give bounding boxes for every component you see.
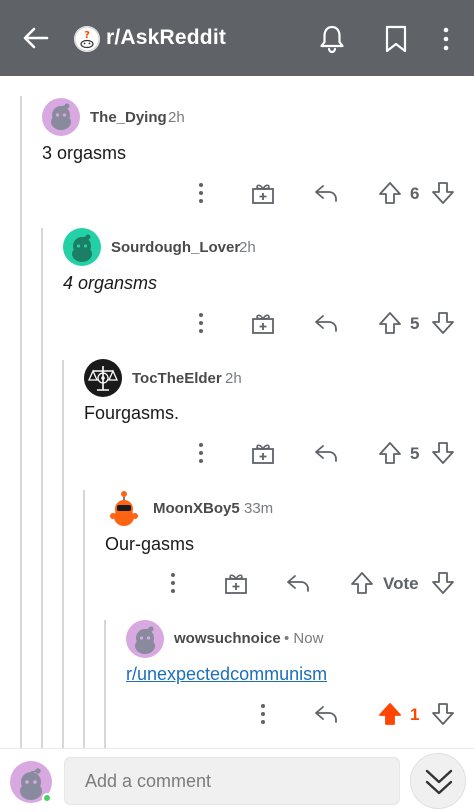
bookmark-icon[interactable] (384, 24, 408, 54)
double-chevron-down-icon[interactable] (410, 753, 466, 809)
timestamp: 2h (168, 109, 185, 126)
reply-icon[interactable] (312, 179, 340, 207)
bell-icon[interactable] (318, 24, 346, 54)
downvote-icon[interactable] (429, 439, 457, 467)
reply-icon[interactable] (312, 439, 340, 467)
comment-body: 4 organsms (63, 273, 158, 293)
upvote-icon[interactable] (376, 179, 404, 207)
upvote-icon[interactable] (376, 309, 404, 337)
subreddit-title[interactable]: r/AskReddit (106, 26, 226, 50)
username[interactable]: MoonXBoy5 (153, 500, 240, 517)
vote-score: Vote (383, 574, 419, 593)
thread-line[interactable] (20, 96, 22, 748)
online-status-dot (42, 793, 52, 803)
add-comment-input[interactable] (64, 757, 400, 805)
award-icon[interactable] (249, 179, 277, 207)
award-icon[interactable] (249, 309, 277, 337)
username[interactable]: Sourdough_Lover (111, 239, 240, 256)
reply-icon[interactable] (312, 700, 340, 728)
comment-body: 3 orgasms (42, 143, 127, 163)
downvote-icon[interactable] (429, 179, 457, 207)
thread-line[interactable] (41, 228, 43, 748)
timestamp: 2h (239, 239, 256, 256)
award-icon[interactable] (249, 439, 277, 467)
avatar[interactable] (84, 359, 122, 397)
more-options-icon[interactable] (187, 179, 215, 207)
username[interactable]: wowsuchnoice (174, 630, 281, 647)
thread-line[interactable] (83, 490, 85, 748)
upvote-icon[interactable] (376, 439, 404, 467)
more-options-icon[interactable] (187, 439, 215, 467)
timestamp: 33m (244, 500, 274, 517)
arrow-left-icon[interactable] (20, 22, 52, 54)
subreddit-icon[interactable]: ? (74, 26, 100, 52)
more-vertical-icon[interactable] (436, 24, 456, 54)
vote-score: 5 (410, 314, 420, 333)
comment-body: Fourgasms. (84, 403, 180, 423)
vote-score: 1 (410, 705, 420, 724)
thread-line[interactable] (62, 360, 64, 748)
reply-icon[interactable] (284, 569, 312, 597)
app-header: ? r/AskReddit (0, 0, 474, 76)
comment-body: Our-gasms (105, 534, 195, 554)
more-options-icon[interactable] (249, 700, 277, 728)
downvote-icon[interactable] (429, 569, 457, 597)
thread-line[interactable] (104, 620, 106, 748)
username[interactable]: The_Dying (90, 109, 167, 126)
award-icon[interactable] (222, 569, 250, 597)
avatar[interactable] (63, 228, 101, 266)
username[interactable]: TocTheElder (132, 370, 222, 387)
avatar[interactable] (42, 98, 80, 136)
downvote-icon[interactable] (429, 309, 457, 337)
vote-score: 5 (410, 444, 420, 463)
reply-icon[interactable] (312, 309, 340, 337)
downvote-icon[interactable] (429, 700, 457, 728)
svg-text:?: ? (84, 30, 90, 41)
timestamp: 2h (225, 370, 242, 387)
more-options-icon[interactable] (187, 309, 215, 337)
comment-bar (0, 748, 474, 812)
avatar[interactable] (105, 490, 143, 528)
upvote-icon-active[interactable] (376, 700, 404, 728)
upvote-icon[interactable] (348, 569, 376, 597)
vote-score: 6 (410, 184, 420, 203)
subreddit-link[interactable]: r/unexpectedcommunism (126, 664, 327, 685)
avatar[interactable] (126, 620, 164, 658)
timestamp: • Now (284, 630, 324, 647)
more-options-icon[interactable] (159, 569, 187, 597)
